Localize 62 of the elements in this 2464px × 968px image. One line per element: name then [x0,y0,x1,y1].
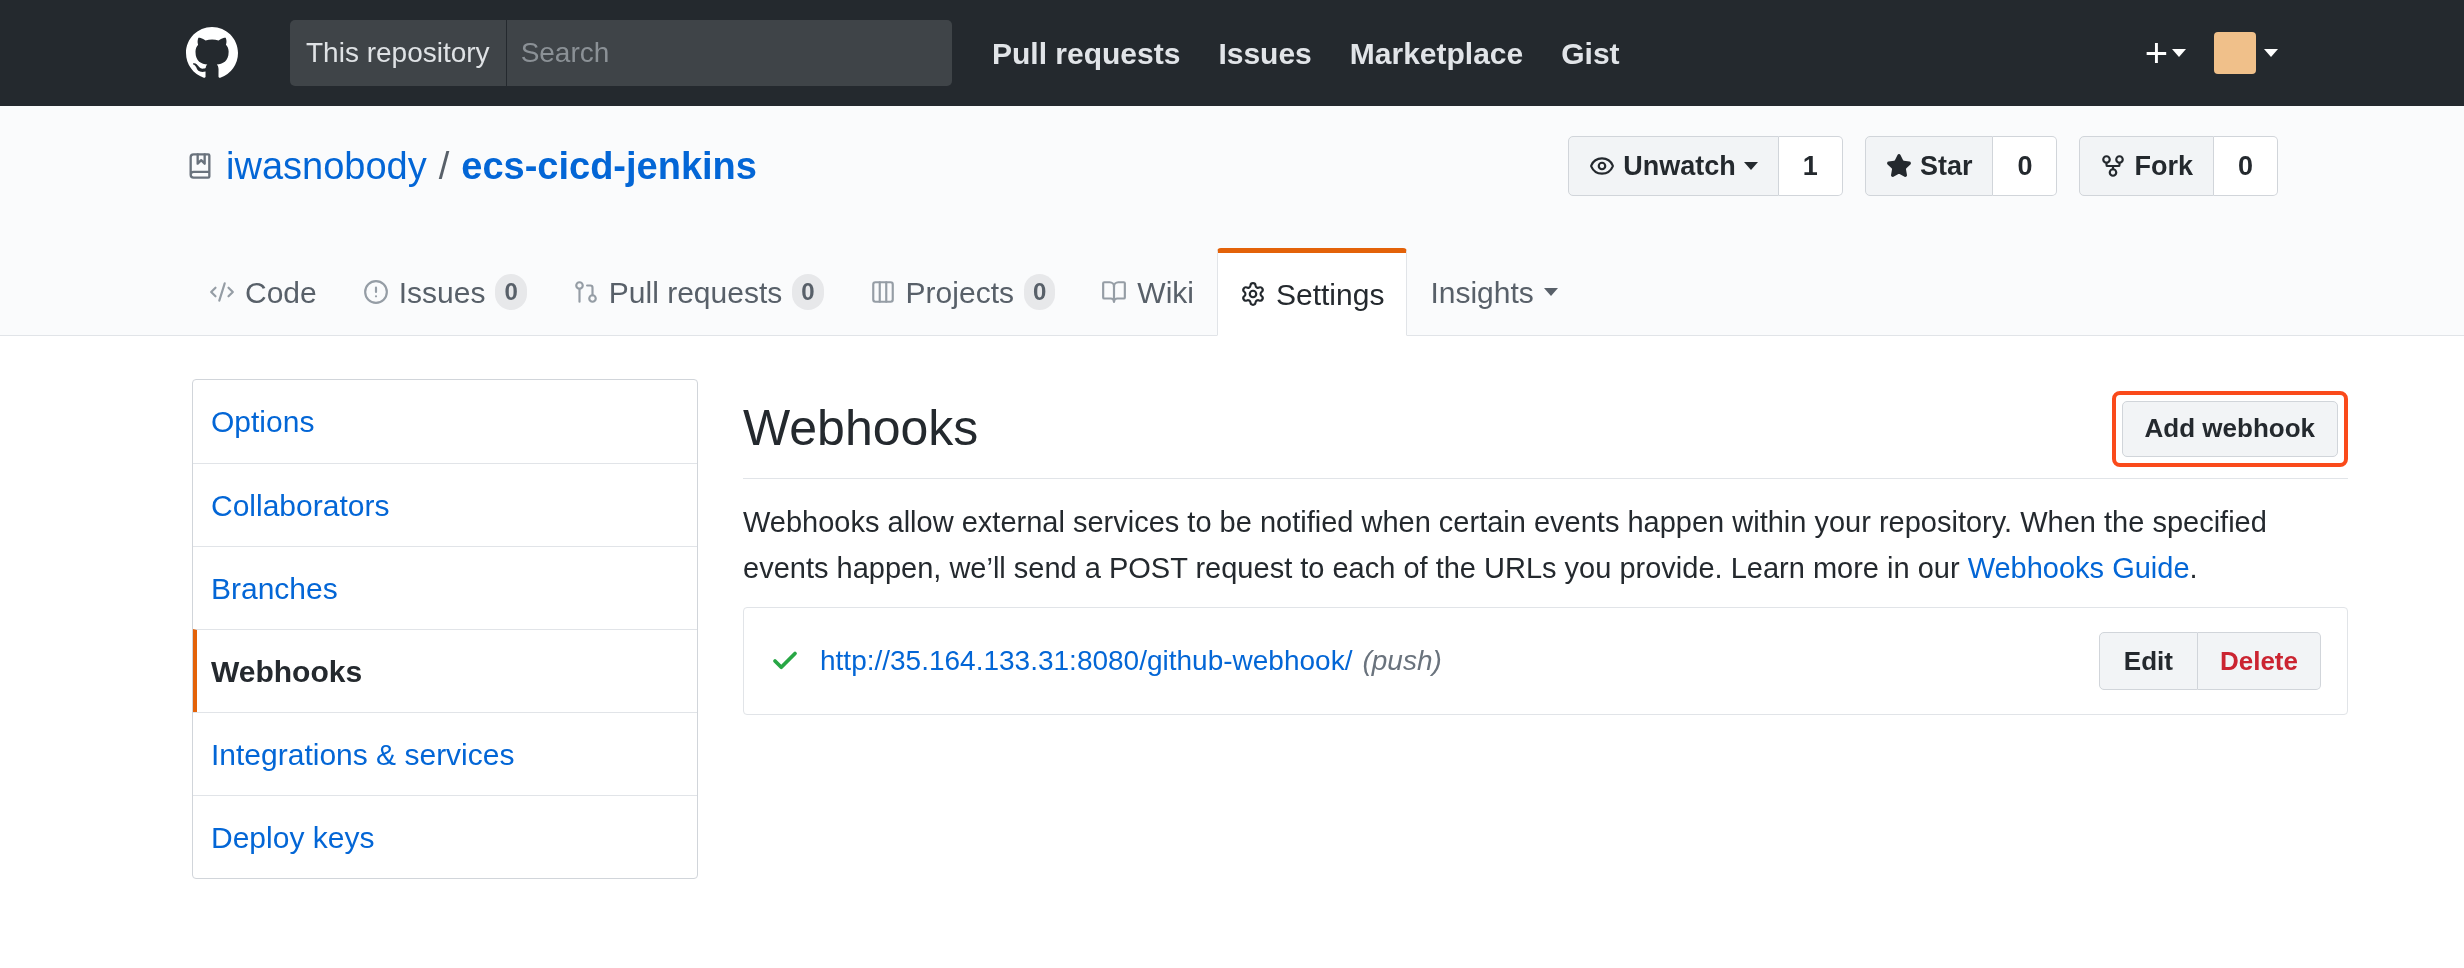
page-title: Webhooks [743,399,979,458]
repo-tab[interactable]: Issues 0 [339,248,550,336]
gear-icon [1240,281,1266,307]
caret-icon [2172,49,2186,57]
avatar-icon [2214,32,2256,74]
menu-item[interactable]: Webhooks [193,629,697,712]
tab-label: Issues [398,274,486,311]
menu-item[interactable]: Options [193,380,697,463]
repo-tab[interactable]: Settings [1217,248,1408,336]
tab-label: Pull requests [608,274,783,311]
pull-request-icon [572,279,599,305]
menu-item[interactable]: Collaborators [193,463,697,546]
menu-item[interactable]: Deploy keys [193,795,697,878]
caret-icon [1543,288,1558,296]
social-count: 0 [2213,136,2278,196]
tab-counter: 0 [495,274,527,310]
repo-tab[interactable]: Wiki [1078,248,1217,336]
tab-label: Settings [1276,276,1385,313]
repo-name-link[interactable]: ecs-cicd-jenkins [461,137,757,195]
tab-label: Code [245,274,317,311]
nav-link[interactable]: Marketplace [1349,30,1524,76]
fork-button[interactable]: Fork [2079,136,2214,196]
menu-item[interactable]: Branches [193,546,697,629]
add-webhook-button[interactable]: Add webhook [2121,400,2338,457]
nav-link[interactable]: Pull requests [992,30,1181,76]
nav-link[interactable]: Issues [1218,30,1312,76]
nav-link[interactable]: Gist [1561,30,1620,76]
menu-item[interactable]: Integrations & services [193,712,697,795]
guide-link[interactable]: Webhooks Guide [1967,552,2190,584]
book-icon [1101,279,1128,305]
watch-button[interactable]: Unwatch [1568,136,1779,196]
tab-label: Projects [905,274,1014,311]
search-field[interactable]: Search [506,20,952,86]
avatar-menu-button[interactable] [2214,32,2278,74]
alert-circle-icon [362,279,389,305]
fork-icon [2100,153,2127,179]
tab-label: Insights [1430,274,1534,311]
code-icon [209,279,235,305]
scope-label: This repository [290,20,507,86]
tab-counter: 0 [792,274,824,310]
star-button[interactable]: Star [1864,136,1994,196]
webhook-events: (push) [1362,644,1442,678]
tab-counter: 0 [1023,274,1056,310]
octocat-logo-icon[interactable] [186,27,238,79]
repo-tab[interactable]: Projects 0 [846,248,1079,336]
social-count: 1 [1778,136,1843,196]
repo-owner-link[interactable]: iwasnobody [226,137,427,195]
repo-tab[interactable]: Pull requests 0 [549,248,847,336]
webhook-url-link[interactable]: http://35.164.133.31:8080/github-webhook/ [820,640,1353,682]
social-count: 0 [1993,136,2058,196]
edit-button[interactable]: Edit [2098,632,2198,690]
star-icon [1885,153,1912,179]
caret-icon [2264,49,2278,57]
columns-icon [869,279,896,305]
delete-button[interactable]: Delete [2197,632,2321,690]
repo-tab[interactable]: Code [186,248,340,336]
caret-icon [1743,162,1758,170]
path-separator: / [438,143,450,189]
repo-tab[interactable]: Insights [1407,248,1581,336]
description-text: Webhooks allow external services to be notified when certain events happen within your repository. When the specified events happen, we’ll send a POST request to each of the URLs you provide. Learn more in our Webhooks Guide. [743,505,2268,586]
tab-label: Wiki [1137,274,1194,311]
new-menu-button[interactable]: + [2144,33,2186,73]
